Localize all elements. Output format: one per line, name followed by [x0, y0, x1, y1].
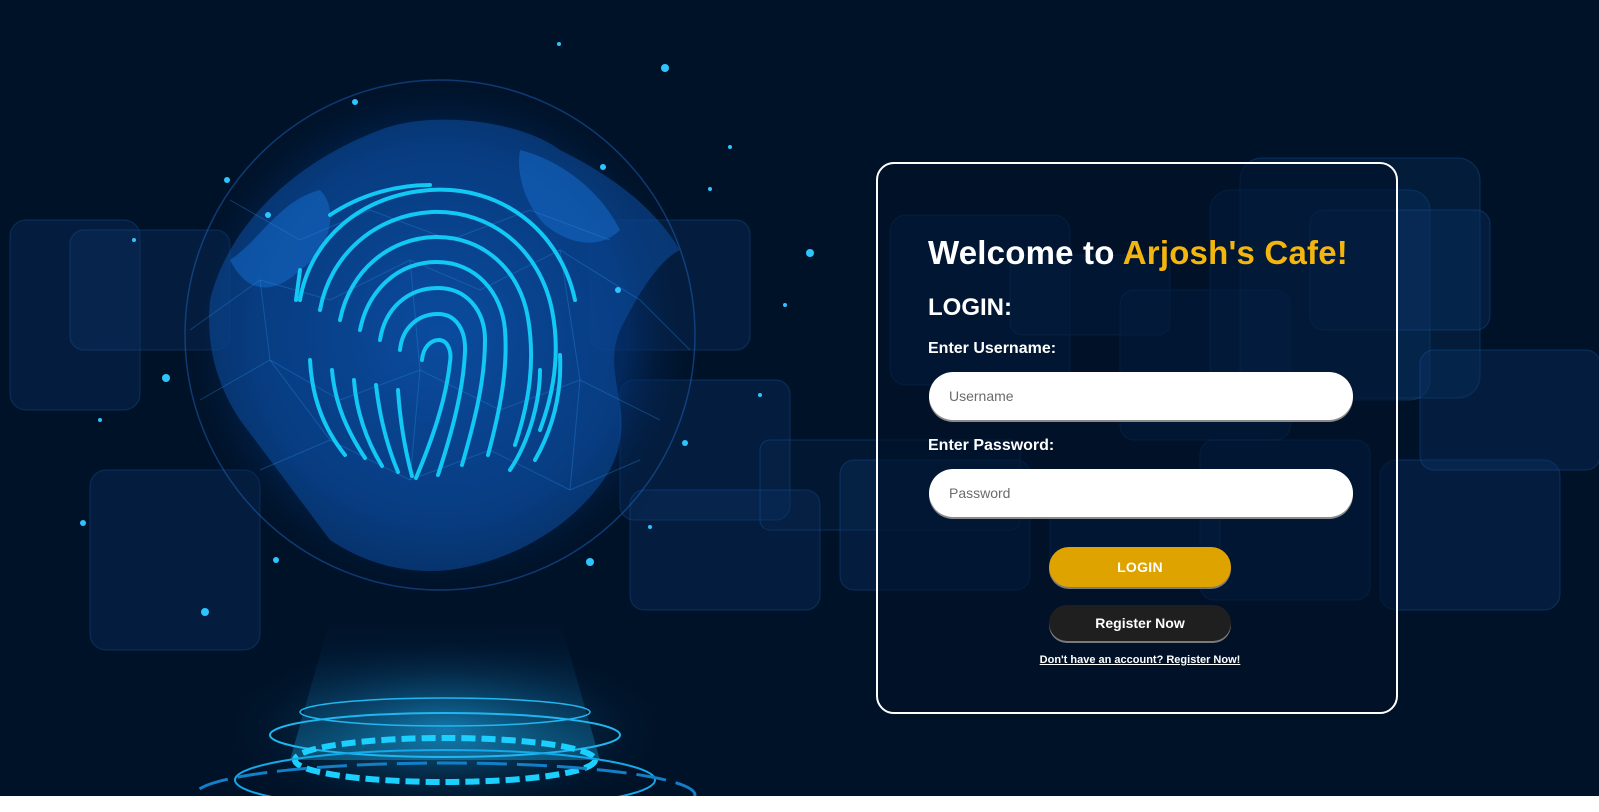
welcome-prefix: Welcome to	[928, 234, 1123, 271]
login-heading: LOGIN:	[928, 294, 1012, 321]
brand-name: Arjosh's Cafe!	[1122, 234, 1348, 271]
welcome-title: Welcome to Arjosh's Cafe!	[928, 234, 1348, 272]
login-button[interactable]: LOGIN	[1049, 547, 1231, 587]
password-label: Enter Password:	[928, 437, 1055, 454]
page-bottom-edge	[0, 796, 1599, 812]
globe-icon	[172, 67, 708, 603]
register-link[interactable]: Don't have an account? Register Now!	[928, 654, 1352, 666]
hologram-platform-icon	[193, 620, 697, 812]
login-card: Welcome to Arjosh's Cafe! LOGIN: Enter U…	[876, 162, 1398, 714]
username-input[interactable]	[929, 372, 1353, 420]
password-input[interactable]	[929, 469, 1353, 517]
username-label: Enter Username:	[928, 340, 1057, 357]
register-button[interactable]: Register Now	[1049, 605, 1231, 641]
